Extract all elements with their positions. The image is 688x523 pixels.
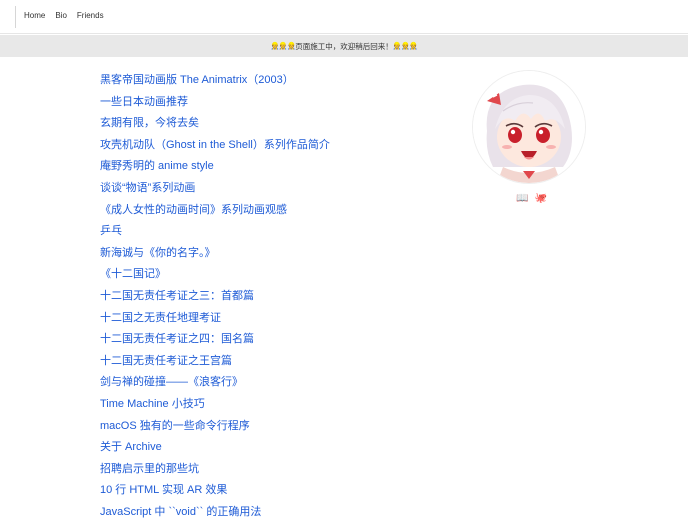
post-link[interactable]: 10 行 HTML 实现 AR 效果 [100,484,227,496]
construction-banner: 👷👷👷 页面施工中，欢迎稍后回来！ 👷👷👷 [0,35,688,57]
nav-divider [15,6,16,28]
post-link[interactable]: 十二国无责任考证之三：首都篇 [100,290,254,302]
post-list-item: 剑与禅的碰撞——《浪客行》 [100,370,430,392]
post-list-item: 玄期有限，今将去矣 [100,111,430,133]
avatar [472,70,586,184]
octopus-icon[interactable]: 🐙 [534,193,546,205]
post-list-item: 新海诚与《你的名字。》 [100,241,430,263]
avatar-illustration [473,71,585,183]
book-icon[interactable]: 📖 [516,193,528,205]
post-link[interactable]: 新海诚与《你的名字。》 [100,247,216,259]
post-link[interactable]: 招聘启示里的那些坑 [100,463,199,475]
post-list-item: macOS 独有的一些命令行程序 [100,414,430,436]
post-list-item: 十二国无责任考证之三：首都篇 [100,284,430,306]
post-list-item: 招聘启示里的那些坑 [100,457,430,479]
post-link[interactable]: 十二国无责任考证之王宫篇 [100,355,232,367]
post-list-item: 攻壳机动队（Ghost in the Shell）系列作品简介 [100,133,430,155]
post-list-item: 《成人女性的动画时间》系列动画观感 [100,198,430,220]
post-link[interactable]: 十二国无责任考证之四：国名篇 [100,333,254,345]
post-list-item: Time Machine 小技巧 [100,392,430,414]
post-link[interactable]: 黑客帝国动画版 The Animatrix（2003） [100,74,294,86]
post-link[interactable]: Time Machine 小技巧 [100,398,205,410]
post-link[interactable]: 《十二国记》 [100,268,166,280]
post-list-item: 十二国无责任考证之王宫篇 [100,349,430,371]
post-link[interactable]: 谈谈“物语”系列动画 [100,182,195,194]
post-list-item: 庵野秀明的 anime style [100,154,430,176]
post-list: 黑客帝国动画版 The Animatrix（2003） 一些日本动画推荐 玄期有限，… [100,68,430,521]
post-list-item: 十二国之无责任地理考证 [100,306,430,328]
post-list-item: 关于 Archive [100,435,430,457]
post-link[interactable]: 剑与禅的碰撞——《浪客行》 [100,376,243,388]
post-link[interactable]: 十二国之无责任地理考证 [100,312,221,324]
post-list-item: 《十二国记》 [100,262,430,284]
nav-link-home[interactable]: Home [24,11,45,21]
post-list-item: JavaScript 中 ``void`` 的正确用法 [100,500,430,522]
profile-icons: 📖 🐙 [516,193,547,205]
post-list-item: 10 行 HTML 实现 AR 效果 [100,478,430,500]
construction-banner-text: 页面施工中，欢迎稍后回来！ [295,41,393,51]
post-list-item: 黑客帝国动画版 The Animatrix（2003） [100,68,430,90]
post-list-item: 十二国无责任考证之四：国名篇 [100,327,430,349]
top-navigation: Home Bio Friends [0,0,688,34]
nav-links: Home Bio Friends [24,11,114,21]
post-link[interactable]: 关于 Archive [100,441,162,453]
nav-link-friends[interactable]: Friends [77,11,104,21]
post-link[interactable]: macOS 独有的一些命令行程序 [100,420,250,432]
post-list-item: 乒乓 [100,219,430,241]
post-link[interactable]: 一些日本动画推荐 [100,96,188,108]
post-link[interactable]: 乒乓 [100,225,122,237]
post-link[interactable]: 攻壳机动队（Ghost in the Shell）系列作品简介 [100,139,330,151]
post-list-item: 谈谈“物语”系列动画 [100,176,430,198]
nav-link-bio[interactable]: Bio [55,11,67,21]
post-link[interactable]: 庵野秀明的 anime style [100,160,214,172]
post-list-item: 一些日本动画推荐 [100,90,430,112]
post-link[interactable]: 《成人女性的动画时间》系列动画观感 [100,204,287,216]
post-link[interactable]: 玄期有限，今将去矣 [100,117,199,129]
construction-worker-icons-left: 👷👷👷 [270,43,296,50]
construction-worker-icons-right: 👷👷👷 [392,43,418,50]
